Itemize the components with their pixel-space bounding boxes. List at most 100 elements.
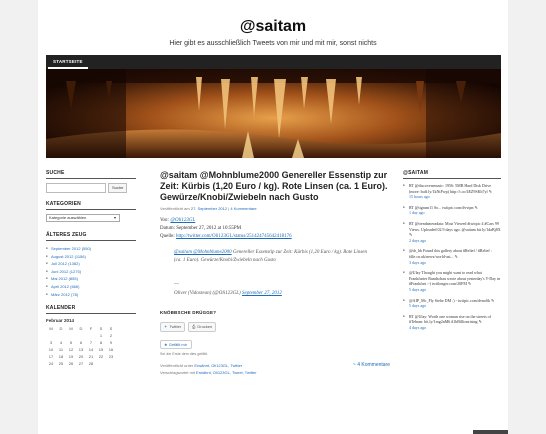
- posted-in-links[interactable]: Erwähnt, Oli123GL, Twitter: [194, 363, 242, 368]
- like-label: Gefällt mir: [168, 342, 187, 347]
- main-nav: STARTSEITE: [46, 55, 501, 69]
- post-via: Von: @Oli123GL: [160, 217, 390, 225]
- calendar-weekday: D: [59, 326, 63, 332]
- share-print-button[interactable]: ⎙ Drucken: [188, 322, 217, 332]
- quote-dash: —: [174, 281, 179, 287]
- calendar-day: 9: [109, 340, 113, 346]
- nav-item-home[interactable]: STARTSEITE: [48, 55, 88, 69]
- main-content: @saitam @Mohnblume2000 Genereller Essens…: [160, 170, 390, 376]
- search-widget-title: SUCHE: [46, 170, 136, 179]
- post-meta-prefix: Veröffentlicht am: [160, 206, 190, 211]
- calendar-day: 26: [68, 361, 74, 367]
- archive-link[interactable]: Juli 2012 (1382): [51, 261, 80, 266]
- right-sidebar: @SAITAM RT @discoverrmusic: 1956: 5MB Ha…: [403, 170, 501, 335]
- quote-date-link[interactable]: September 27, 2012: [242, 291, 282, 296]
- archive-link[interactable]: März 2012 (78): [51, 292, 78, 297]
- quote-author: Oliver (Vidoxtean) (@Oli123GL): [174, 291, 241, 296]
- tweet-item: RT @Ulay: Worth one woman rise on the st…: [403, 314, 501, 331]
- calendar-weekday: S: [99, 326, 103, 332]
- page: @saitam Hier gibt es ausschließlich Twee…: [38, 0, 508, 434]
- tweet-time-link[interactable]: 1 day ago: [409, 210, 425, 215]
- tags-links[interactable]: Erwähnt, Oli123GL, Tweet, Twitter: [196, 370, 257, 375]
- archive-link[interactable]: August 2012 (1156): [51, 254, 86, 259]
- calendar-day: [106, 360, 116, 367]
- tweet-text: RT @trendsmeradata: Most Viewed #twitpic…: [409, 220, 501, 238]
- post-source: Quelle: http://twitter.com/Oli123GL/stat…: [160, 233, 390, 241]
- posted-in-prefix: Veröffentlicht unter: [160, 363, 194, 368]
- post-date-link[interactable]: 27. September 2012: [191, 206, 227, 211]
- archive-item: April 2012 (666): [46, 283, 136, 291]
- tweet-time-link[interactable]: 4 days ago: [409, 325, 426, 330]
- search-form: Suche: [46, 183, 136, 193]
- tweet-text: RT @discoverrmusic: 1956: 5MB Hard Disk …: [409, 183, 492, 194]
- source-label: Quelle:: [160, 234, 175, 239]
- categories-select[interactable]: Kategorie auswählen ▾: [46, 214, 120, 222]
- calendar-day: 22: [98, 354, 104, 360]
- calendar-day: 3: [49, 340, 53, 346]
- calendar-table: M D M D F S S 1 2 3 4 5 6 7 8 9 10 11 12 13 14 15 16 17 1…: [46, 325, 116, 367]
- via-user-link[interactable]: @Oli123GL: [170, 218, 195, 223]
- archive-link[interactable]: Mai 2012 (855): [51, 276, 78, 281]
- archive-item: März 2012 (78): [46, 291, 136, 299]
- post-comments-link[interactable]: 4 Kommentare: [230, 206, 256, 211]
- calendar-day: 7: [89, 340, 93, 346]
- calendar-day: 28: [88, 361, 94, 367]
- calendar-day: [46, 332, 56, 339]
- calendar-day: 23: [108, 354, 114, 360]
- share-twitter-label: Twitter: [169, 324, 182, 329]
- post-footer-meta: Veröffentlicht unter Erwähnt, Oli123GL, …: [160, 362, 390, 376]
- comments-count-link[interactable]: ~ 4 Kommentare: [353, 362, 390, 369]
- calendar-body: 1 2 3 4 5 6 7 8 9 10 11 12 13 14 15 16 17 18 19 20 21 22 23 24 2…: [46, 332, 116, 367]
- embedded-tweet-quote: @saitam @Mohnblume2000 Genereller Essens…: [174, 249, 374, 265]
- archive-widget-title: ÄLTERES ZEUG: [46, 232, 136, 241]
- calendar-day: 17: [48, 354, 54, 360]
- calendar-day: 1: [99, 333, 103, 339]
- calendar-day: [56, 332, 66, 339]
- tweet-item: @AIP_Mc_Fly Siehe DM :) - twitpic.com/dv…: [403, 298, 501, 309]
- calendar-day: 16: [108, 347, 114, 353]
- tweet-item: RT @discoverrmusic: 1956: 5MB Hard Disk …: [403, 183, 501, 200]
- calendar-day: 24: [48, 361, 54, 367]
- tweet-item: @Ulay Thought you might want to read wha…: [403, 270, 501, 292]
- tweet-time-link[interactable]: 5 days ago: [409, 303, 426, 308]
- calendar-widget-title: KALENDER: [46, 305, 136, 315]
- search-button[interactable]: Suche: [108, 183, 128, 193]
- search-input[interactable]: [46, 183, 106, 193]
- calendar-day: [96, 360, 106, 367]
- archive-link[interactable]: April 2012 (666): [51, 284, 79, 289]
- archive-item: Juli 2012 (1382): [46, 260, 136, 268]
- calendar-day: [76, 332, 86, 339]
- archive-link[interactable]: September 2012 (550): [51, 246, 91, 251]
- archive-item: Mai 2012 (855): [46, 275, 136, 283]
- calendar-month: Februar 2014: [46, 318, 75, 324]
- tweet-time-link[interactable]: 3 days ago: [409, 260, 426, 265]
- source-link[interactable]: http://twitter.com/Oli123GL/status/25142…: [176, 234, 292, 239]
- tweet-text: @Ulay Thought you might want to read wha…: [409, 270, 501, 287]
- share-title: KNÖBBSCHE DRÜGGE?: [160, 310, 217, 315]
- twitter-widget-title: @SAITAM: [403, 170, 501, 179]
- quote-mentions[interactable]: @saitam @Mohnblume2000: [174, 250, 232, 255]
- archive-item: September 2012 (550): [46, 245, 136, 253]
- tweet-item: @dr_bb Found this gallery about #Relief …: [403, 248, 501, 265]
- calendar-day: 20: [78, 354, 84, 360]
- site-title[interactable]: @saitam: [38, 18, 508, 36]
- calendar-week-row: 17 18 19 20 21 22 23: [46, 353, 116, 360]
- tweet-time-link[interactable]: 15 hours ago: [409, 194, 430, 199]
- archive-link[interactable]: Juni 2012 (1275): [51, 269, 81, 274]
- post-date-line: Datum: September 27, 2012 at 10:55PM: [160, 226, 242, 231]
- calendar-day: 5: [69, 340, 73, 346]
- tweet-time-link[interactable]: 2 days ago: [409, 238, 426, 243]
- quote-attribution: Oliver (Vidoxtean) (@Oli123GL) September…: [174, 291, 390, 296]
- like-button[interactable]: ★ Gefällt mir: [160, 340, 192, 349]
- calendar-weekday: D: [79, 326, 83, 332]
- tags-prefix: Verschlagwortet mit: [160, 370, 195, 375]
- like-note: Sei der Erste dem dies gefällt.: [160, 352, 208, 356]
- post-title[interactable]: @saitam @Mohnblume2000 Genereller Essens…: [160, 170, 390, 203]
- calendar-weekday: M: [69, 326, 73, 332]
- calendar-day: 13: [78, 347, 84, 353]
- share-twitter-button[interactable]: ✦ Twitter: [160, 322, 186, 332]
- scroll-to-top-tab[interactable]: [473, 430, 508, 434]
- calendar-day: 18: [58, 354, 64, 360]
- calendar-day: 12: [68, 347, 74, 353]
- tweet-time-link[interactable]: 5 days ago: [409, 287, 426, 292]
